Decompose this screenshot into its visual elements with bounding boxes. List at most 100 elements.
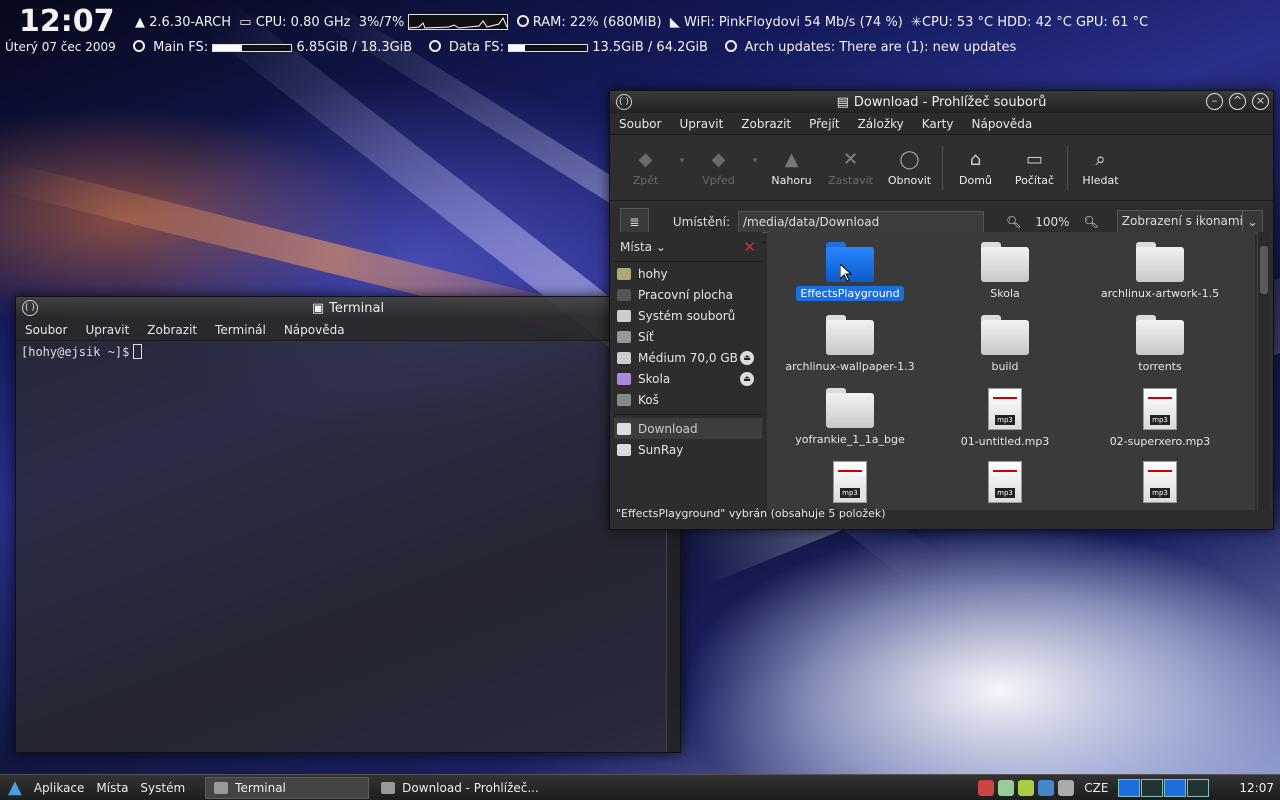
- clipboard-icon[interactable]: [1018, 779, 1035, 796]
- stop-label: Zastavit: [828, 173, 873, 187]
- eject-icon[interactable]: ⏏: [740, 372, 754, 386]
- file-item[interactable]: yofrankie_1_1a_bge: [775, 388, 925, 447]
- file-name: Skola: [990, 287, 1020, 300]
- terminal-titlebar[interactable]: ( ) ▣ Terminal: [16, 297, 680, 319]
- file-item[interactable]: Skola: [930, 242, 1080, 301]
- file-item[interactable]: build: [930, 315, 1080, 374]
- sidebar-item[interactable]: Systém souborů: [614, 305, 762, 326]
- menu-system[interactable]: Systém: [134, 781, 191, 795]
- menu-mista[interactable]: Místa: [90, 781, 134, 795]
- file-item[interactable]: torrents: [1085, 315, 1235, 374]
- folder-icon: [381, 781, 396, 794]
- file-item[interactable]: mp3: [1085, 461, 1235, 510]
- search-button[interactable]: ⌕ Hledat: [1071, 149, 1130, 187]
- computer-button[interactable]: ▭ Počítač: [1005, 149, 1064, 187]
- sidebar-item[interactable]: Pracovní plocha: [614, 284, 762, 305]
- back-history-dropdown[interactable]: ▾: [675, 156, 689, 166]
- conky-row-1: ▲ 2.6.30-ARCH ▭ CPU: 0.80 GHz 3%/7% RAM:…: [135, 14, 1148, 30]
- zoom-level[interactable]: 100%: [1035, 215, 1069, 229]
- menu-aplikace[interactable]: Aplikace: [28, 781, 91, 795]
- file-item[interactable]: archlinux-artwork-1.5: [1085, 242, 1235, 301]
- menu-zalozky[interactable]: Záložky: [849, 117, 913, 131]
- icon-view-scrollbar[interactable]: [1257, 232, 1269, 510]
- menu-zobrazit[interactable]: Zobrazit: [732, 117, 800, 131]
- stop-icon: ✕: [842, 149, 859, 170]
- conky-time: 12:07: [19, 4, 115, 39]
- bookmark-item[interactable]: SunRay: [614, 439, 762, 460]
- sidebar-item[interactable]: Síť: [614, 326, 762, 347]
- main-fs-value: 6.85GiB / 18.3GiB: [296, 40, 413, 55]
- window-menu-icon[interactable]: ( ): [616, 94, 632, 110]
- stop-button[interactable]: ✕ Zastavit: [821, 149, 880, 187]
- file-manager-window[interactable]: ( ) ▤ Download - Prohlížeč souborů – ^ ×…: [609, 90, 1274, 530]
- taskbar-clock[interactable]: 12:07: [1239, 781, 1274, 795]
- back-button[interactable]: ◆ Zpět: [616, 149, 675, 187]
- task-file-manager[interactable]: Download - Prohlížeč...: [373, 777, 547, 799]
- close-sidebar-icon[interactable]: ✕: [743, 238, 756, 256]
- fm-titlebar[interactable]: ( ) ▤ Download - Prohlížeč souborů – ^ ×: [610, 91, 1273, 113]
- forward-history-dropdown[interactable]: ▾: [748, 156, 762, 166]
- file-item[interactable]: mp3 02-superxero.mp3: [1085, 388, 1235, 449]
- window-menu-icon[interactable]: ( ): [22, 300, 38, 316]
- minimize-icon[interactable]: –: [1206, 93, 1223, 110]
- workspace-2[interactable]: [1141, 778, 1164, 797]
- system-tray: CZE 12:07: [978, 778, 1280, 797]
- task-terminal[interactable]: Terminal: [205, 776, 370, 799]
- sidebar-item[interactable]: hohy: [614, 263, 762, 284]
- places-dropdown[interactable]: Místa ⌄: [620, 240, 666, 254]
- sidebar-item-label: Médium 70,0 GB: [638, 350, 738, 365]
- sidebar-item[interactable]: Médium 70,0 GB ⏏: [614, 347, 762, 368]
- menu-napoveda[interactable]: Nápověda: [275, 323, 354, 337]
- sidebar-item[interactable]: Skola ⏏: [614, 368, 762, 389]
- menu-soubor[interactable]: Soubor: [16, 323, 76, 337]
- view-mode-select[interactable]: Zobrazení s ikonami ⌄: [1116, 209, 1263, 234]
- sidebar-item-label: Síť: [638, 329, 654, 344]
- menu-karty[interactable]: Karty: [913, 117, 963, 131]
- bookmark-item[interactable]: Download: [614, 418, 762, 439]
- file-item[interactable]: archlinux-wallpaper-1.3: [775, 315, 925, 374]
- arch-logo-icon[interactable]: ▲: [0, 777, 28, 798]
- menu-soubor[interactable]: Soubor: [610, 117, 670, 131]
- menu-napoveda[interactable]: Nápověda: [963, 117, 1042, 131]
- data-fs-label: Data FS:: [448, 40, 504, 55]
- volume-icon[interactable]: [1058, 779, 1075, 796]
- conky-ram: RAM: 22% (680MiB): [532, 15, 662, 30]
- bluetooth-icon[interactable]: [1038, 779, 1055, 796]
- location-input[interactable]: [738, 210, 984, 233]
- up-button[interactable]: ▲ Nahoru: [762, 149, 821, 187]
- menu-upravit[interactable]: Upravit: [670, 117, 732, 131]
- reload-button[interactable]: ◯ Obnovit: [880, 149, 939, 187]
- eject-icon[interactable]: ⏏: [740, 351, 754, 365]
- keyboard-layout[interactable]: CZE: [1084, 781, 1108, 795]
- workspace-1[interactable]: [1118, 778, 1141, 797]
- workspace-switcher[interactable]: [1118, 778, 1210, 797]
- places-label: Místa: [620, 239, 652, 254]
- folder-icon: [826, 315, 874, 355]
- forward-button[interactable]: ◆ Vpřed: [689, 149, 748, 187]
- home-button[interactable]: ⌂ Domů: [946, 149, 1005, 187]
- zoom-in-icon[interactable]: 🔍︎: [1084, 215, 1099, 229]
- menu-prejit[interactable]: Přejít: [800, 117, 848, 131]
- menu-zobrazit[interactable]: Zobrazit: [138, 323, 206, 337]
- file-item[interactable]: mp3 01-untitled.mp3: [930, 388, 1080, 449]
- data-fs-fill: [509, 44, 526, 51]
- zoom-out-icon[interactable]: 🔍︎: [1006, 215, 1021, 229]
- menu-terminal[interactable]: Terminál: [206, 323, 275, 337]
- workspace-3[interactable]: [1164, 778, 1187, 797]
- close-icon[interactable]: ×: [1252, 93, 1269, 110]
- menu-upravit[interactable]: Upravit: [76, 323, 138, 337]
- desktop-icon: [617, 288, 631, 301]
- file-item[interactable]: mp3: [775, 461, 925, 510]
- maximize-icon[interactable]: ^: [1229, 93, 1246, 110]
- network-icon[interactable]: [998, 779, 1015, 796]
- scrollbar-thumb[interactable]: [1260, 246, 1268, 294]
- workspace-4[interactable]: [1187, 778, 1210, 797]
- terminal-window[interactable]: ( ) ▣ Terminal Soubor Upravit Zobrazit T…: [15, 296, 681, 753]
- terminal-content[interactable]: [hohy@ejsik ~]$: [16, 341, 666, 752]
- waveform-icon: [1148, 397, 1172, 411]
- file-item[interactable]: mp3: [930, 461, 1080, 510]
- file-name: yofrankie_1_1a_bge: [795, 433, 905, 446]
- sidebar-item[interactable]: Koš: [614, 389, 762, 410]
- file-name: archlinux-artwork-1.5: [1100, 287, 1220, 300]
- update-notifier-icon[interactable]: [978, 779, 995, 796]
